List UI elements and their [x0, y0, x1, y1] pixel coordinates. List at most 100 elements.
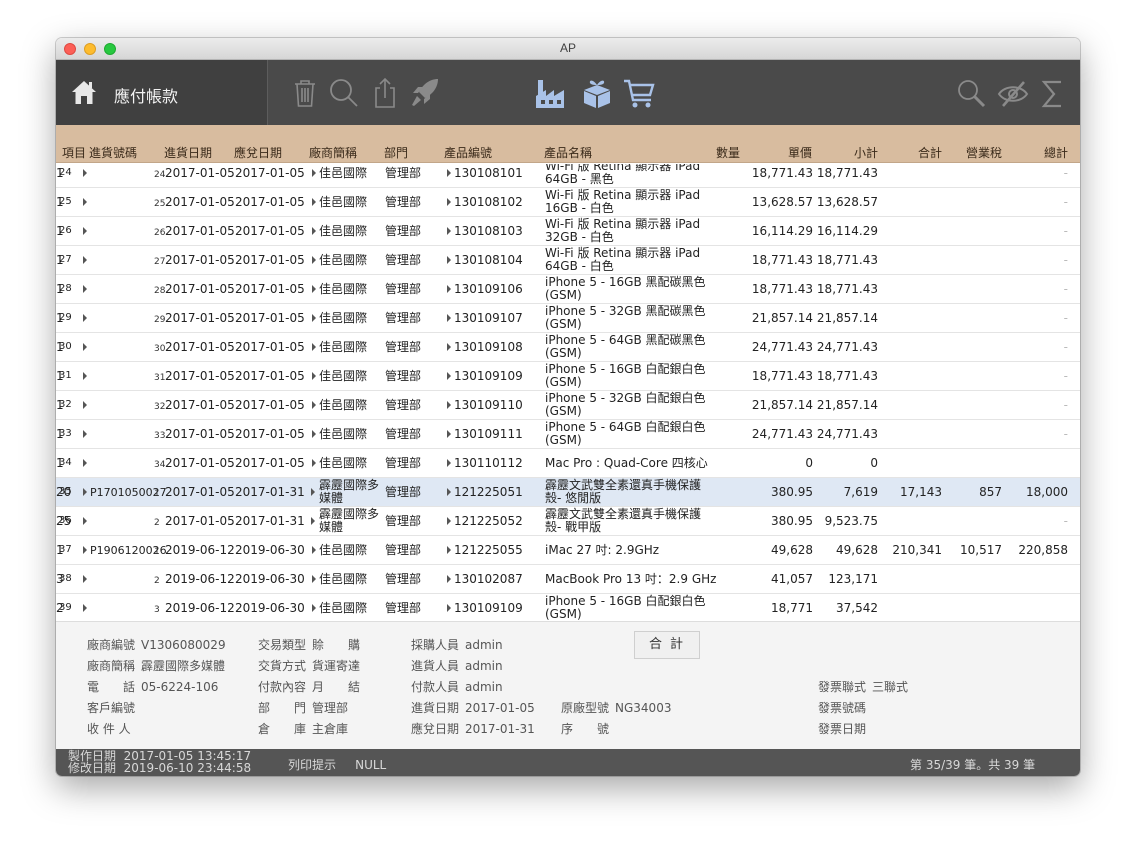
table-row[interactable]: 30 30 2017-01-05 2017-01-05 佳邑國際 管理部 130109108…	[56, 333, 1080, 362]
expand-arrow-icon[interactable]	[83, 546, 87, 554]
cell-vendor[interactable]: 佳邑國際	[312, 391, 367, 419]
expand-arrow-icon[interactable]	[447, 401, 451, 409]
expand-arrow-icon[interactable]	[447, 198, 451, 206]
expand-arrow-icon[interactable]	[311, 488, 315, 496]
cell-purchase-no[interactable]	[83, 275, 90, 303]
table-row[interactable]: 25 25 2017-01-05 2017-01-05 佳邑國際 管理部 130108102…	[56, 188, 1080, 217]
col-product-name[interactable]: 產品名稱	[544, 144, 592, 161]
col-qty[interactable]: 數量	[716, 144, 740, 161]
expand-arrow-icon[interactable]	[83, 343, 87, 351]
expand-arrow-icon[interactable]	[312, 198, 316, 206]
cell-vendor[interactable]: 霹靂國際多 媒體	[311, 478, 382, 506]
expand-arrow-icon[interactable]	[312, 285, 316, 293]
cell-purchase-no[interactable]	[83, 594, 90, 621]
cell-purchase-no[interactable]	[83, 164, 90, 187]
expand-arrow-icon[interactable]	[447, 517, 451, 525]
expand-arrow-icon[interactable]	[447, 256, 451, 264]
cell-vendor[interactable]: 佳邑國際	[312, 217, 367, 245]
purchase-date-value[interactable]: 2017-01-05	[465, 701, 535, 715]
data-grid[interactable]: 24 24 2017-01-05 2017-01-05 佳邑國際 管理部 130108101…	[56, 164, 1080, 621]
phone-value[interactable]: 05-6224-106	[141, 680, 218, 694]
cell-vendor[interactable]: 佳邑國際	[312, 594, 367, 621]
col-vendor[interactable]: 廠商簡稱	[309, 144, 357, 161]
expand-arrow-icon[interactable]	[312, 575, 316, 583]
search-zoom-icon[interactable]	[954, 76, 988, 110]
expand-arrow-icon[interactable]	[312, 314, 316, 322]
expand-arrow-icon[interactable]	[447, 459, 451, 467]
vendor-code-value[interactable]: V1306080029	[141, 638, 226, 652]
sigma-icon[interactable]	[1036, 76, 1070, 110]
expand-arrow-icon[interactable]	[312, 343, 316, 351]
cell-vendor[interactable]: 佳邑國際	[312, 275, 367, 303]
table-row[interactable]: 24 24 2017-01-05 2017-01-05 佳邑國際 管理部 130108101…	[56, 164, 1080, 188]
trash-icon[interactable]	[288, 76, 322, 110]
cell-product-code[interactable]: 121225051	[447, 478, 523, 506]
expand-arrow-icon[interactable]	[83, 488, 87, 496]
cell-purchase-no[interactable]	[83, 565, 90, 593]
table-row[interactable]: 28 28 2017-01-05 2017-01-05 佳邑國際 管理部 130109106…	[56, 275, 1080, 304]
col-purchase-no[interactable]: 進貨號碼	[89, 144, 137, 161]
expand-arrow-icon[interactable]	[311, 517, 315, 525]
receiver-staff-value[interactable]: admin	[465, 659, 503, 673]
table-row[interactable]: 32 32 2017-01-05 2017-01-05 佳邑國際 管理部 130109110…	[56, 391, 1080, 420]
col-product-code[interactable]: 產品編號	[444, 144, 492, 161]
table-row[interactable]: 38 2 2019-06-12 2019-06-30 佳邑國際 管理部 130102087 M…	[56, 565, 1080, 594]
expand-arrow-icon[interactable]	[312, 604, 316, 612]
cell-purchase-no[interactable]	[83, 362, 90, 390]
expand-arrow-icon[interactable]	[83, 517, 87, 525]
cell-purchase-no[interactable]	[83, 449, 90, 477]
sum-button[interactable]: 合計	[634, 631, 700, 659]
cell-product-code[interactable]: 121225055	[447, 536, 523, 564]
rocket-icon[interactable]	[408, 76, 442, 110]
expand-arrow-icon[interactable]	[312, 256, 316, 264]
expand-arrow-icon[interactable]	[312, 546, 316, 554]
expand-arrow-icon[interactable]	[83, 430, 87, 438]
invoice-type-value[interactable]: 三聯式	[872, 680, 908, 694]
cell-product-code[interactable]: 130109111	[447, 420, 523, 448]
expand-arrow-icon[interactable]	[312, 459, 316, 467]
expand-arrow-icon[interactable]	[447, 285, 451, 293]
expand-arrow-icon[interactable]	[447, 604, 451, 612]
table-row[interactable]: 31 31 2017-01-05 2017-01-05 佳邑國際 管理部 130109109…	[56, 362, 1080, 391]
home-button[interactable]: 應付帳款	[56, 60, 268, 125]
cell-product-code[interactable]: 130108102	[447, 188, 523, 216]
expand-arrow-icon[interactable]	[312, 227, 316, 235]
col-purchase-date[interactable]: 進貨日期	[164, 144, 212, 161]
col-payable-date[interactable]: 應兌日期	[234, 144, 282, 161]
trade-type-value[interactable]: 賒 購	[312, 638, 360, 652]
payment-terms-value[interactable]: 月 結	[312, 680, 360, 694]
expand-arrow-icon[interactable]	[83, 604, 87, 612]
expand-arrow-icon[interactable]	[83, 401, 87, 409]
cell-vendor[interactable]: 佳邑國際	[312, 188, 367, 216]
cell-purchase-no[interactable]	[83, 507, 90, 535]
delivery-value[interactable]: 貨運寄達	[312, 659, 360, 673]
cell-purchase-no[interactable]	[83, 246, 90, 274]
cell-product-code[interactable]: 121225052	[447, 507, 523, 535]
cell-product-code[interactable]: 130109109	[447, 362, 523, 390]
cell-purchase-no[interactable]	[83, 333, 90, 361]
expand-arrow-icon[interactable]	[83, 256, 87, 264]
expand-arrow-icon[interactable]	[83, 459, 87, 467]
warehouse-value[interactable]: 主倉庫	[312, 722, 348, 736]
cell-vendor[interactable]: 佳邑國際	[312, 333, 367, 361]
cell-purchase-no[interactable]	[83, 391, 90, 419]
expand-arrow-icon[interactable]	[447, 575, 451, 583]
cell-vendor[interactable]: 佳邑國際	[312, 362, 367, 390]
cell-vendor[interactable]: 佳邑國際	[312, 304, 367, 332]
search-icon[interactable]	[326, 76, 360, 110]
expand-arrow-icon[interactable]	[83, 227, 87, 235]
table-row[interactable]: 29 29 2017-01-05 2017-01-05 佳邑國際 管理部 130109107…	[56, 304, 1080, 333]
col-grand-total[interactable]: 總計	[1018, 144, 1068, 161]
expand-arrow-icon[interactable]	[83, 314, 87, 322]
expand-arrow-icon[interactable]	[83, 169, 87, 177]
model-value[interactable]: NG34003	[615, 701, 671, 715]
expand-arrow-icon[interactable]	[83, 198, 87, 206]
cell-purchase-no[interactable]	[83, 420, 90, 448]
cell-product-code[interactable]: 130108104	[447, 246, 523, 274]
expand-arrow-icon[interactable]	[83, 285, 87, 293]
cell-vendor[interactable]: 佳邑國際	[312, 164, 367, 187]
table-row[interactable]: 34 34 2017-01-05 2017-01-05 佳邑國際 管理部 130110112…	[56, 449, 1080, 478]
factory-icon[interactable]	[534, 76, 568, 110]
col-tax[interactable]: 營業稅	[956, 144, 1002, 161]
cell-product-code[interactable]: 130109106	[447, 275, 523, 303]
